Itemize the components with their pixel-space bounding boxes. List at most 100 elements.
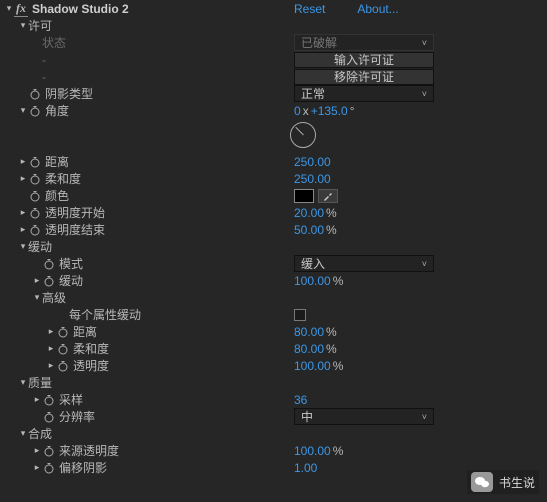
- chevron-right-icon[interactable]: ▸: [32, 275, 42, 286]
- param-label: 颜色: [45, 187, 69, 204]
- group-label: 许可: [28, 17, 52, 34]
- source-opacity-row: ▸ 来源透明度 100.00%: [0, 442, 547, 459]
- samples-row: ▸ 采样 36: [0, 391, 547, 408]
- easing-amount-value[interactable]: 100.00: [294, 274, 331, 288]
- stopwatch-icon[interactable]: [28, 87, 41, 100]
- stopwatch-icon[interactable]: [42, 257, 55, 270]
- chevron-down-icon: ˅: [422, 412, 427, 422]
- param-label: 每个属性缓动: [69, 306, 141, 323]
- param-label: 柔和度: [73, 340, 109, 357]
- stopwatch-icon[interactable]: [56, 359, 69, 372]
- chevron-right-icon[interactable]: ▸: [32, 394, 42, 405]
- chevron-right-icon[interactable]: ▸: [18, 224, 28, 235]
- opacity-start-row: ▸ 透明度开始 20.00%: [0, 204, 547, 221]
- angle-row: ▾ 角度 0x+135.0°: [0, 102, 547, 119]
- stopwatch-icon[interactable]: [42, 444, 55, 457]
- param-label: 缓动: [59, 272, 83, 289]
- chevron-right-icon[interactable]: ▸: [46, 360, 56, 371]
- license-state-dropdown[interactable]: 已破解˅: [294, 34, 434, 51]
- enter-license-button[interactable]: 输入许可证: [294, 52, 434, 68]
- adv-opacity-value[interactable]: 100.00: [294, 359, 331, 373]
- offset-shadow-value[interactable]: 1.00: [294, 461, 317, 475]
- stopwatch-icon[interactable]: [28, 172, 41, 185]
- adv-opacity-row: ▸ 透明度 100.00%: [0, 357, 547, 374]
- param-label: 来源透明度: [59, 442, 119, 459]
- param-label: 模式: [59, 255, 83, 272]
- chevron-down-icon[interactable]: ▾: [18, 20, 28, 31]
- easing-amount-row: ▸ 缓动 100.00%: [0, 272, 547, 289]
- angle-dial-row: [0, 119, 547, 153]
- chevron-down-icon[interactable]: ▾: [18, 428, 28, 439]
- group-license: ▾ 许可: [0, 17, 547, 34]
- samples-value[interactable]: 36: [294, 393, 307, 407]
- stopwatch-icon[interactable]: [42, 410, 55, 423]
- group-advanced: ▾ 高级: [0, 289, 547, 306]
- stopwatch-icon[interactable]: [28, 155, 41, 168]
- source-opacity-value[interactable]: 100.00: [294, 444, 331, 458]
- distance-value[interactable]: 250.00: [294, 155, 331, 169]
- stopwatch-icon[interactable]: [28, 206, 41, 219]
- chevron-right-icon[interactable]: ▸: [32, 462, 42, 473]
- group-composite: ▾ 合成: [0, 425, 547, 442]
- group-label: 缓动: [28, 238, 52, 255]
- chevron-down-icon[interactable]: ▾: [18, 241, 28, 252]
- chevron-right-icon[interactable]: ▸: [18, 173, 28, 184]
- reset-link[interactable]: Reset: [294, 2, 325, 16]
- param-label: -: [42, 70, 46, 84]
- chevron-down-icon[interactable]: ▾: [18, 377, 28, 388]
- remove-license-button[interactable]: 移除许可证: [294, 69, 434, 85]
- angle-dial[interactable]: [290, 122, 316, 148]
- license-remove-row: ▾ - 移除许可证: [0, 68, 547, 85]
- param-label: 偏移阴影: [59, 459, 107, 476]
- param-label: 透明度开始: [45, 204, 105, 221]
- fx-icon[interactable]: fx: [14, 1, 28, 17]
- per-prop-checkbox[interactable]: [294, 309, 306, 321]
- stopwatch-icon[interactable]: [28, 223, 41, 236]
- effect-name[interactable]: Shadow Studio 2: [32, 2, 129, 16]
- angle-rev-value[interactable]: 0: [294, 104, 301, 118]
- chevron-right-icon[interactable]: ▸: [46, 326, 56, 337]
- chevron-down-icon[interactable]: ▾: [18, 105, 28, 116]
- stopwatch-icon[interactable]: [56, 325, 69, 338]
- param-label: 距离: [45, 153, 69, 170]
- chevron-down-icon[interactable]: ▾: [4, 3, 14, 14]
- softness-row: ▸ 柔和度 250.00: [0, 170, 547, 187]
- license-enter-row: ▾ - 输入许可证: [0, 51, 547, 68]
- adv-distance-row: ▸ 距离 80.00%: [0, 323, 547, 340]
- color-swatch[interactable]: [294, 189, 314, 203]
- stopwatch-icon[interactable]: [42, 274, 55, 287]
- param-label: 柔和度: [45, 170, 81, 187]
- easing-mode-row: ▾ 模式 缓入˅: [0, 255, 547, 272]
- resolution-row: ▾ 分辨率 中˅: [0, 408, 547, 425]
- stopwatch-icon[interactable]: [42, 461, 55, 474]
- adv-softness-value[interactable]: 80.00: [294, 342, 324, 356]
- param-label: 透明度结束: [45, 221, 105, 238]
- chevron-down-icon: ˅: [422, 38, 427, 48]
- stopwatch-icon[interactable]: [28, 189, 41, 202]
- param-label: 阴影类型: [45, 85, 93, 102]
- stopwatch-icon[interactable]: [56, 342, 69, 355]
- chevron-down-icon[interactable]: ▾: [32, 292, 42, 303]
- param-label: 分辨率: [59, 408, 95, 425]
- group-easing: ▾ 缓动: [0, 238, 547, 255]
- eyedropper-button[interactable]: [318, 189, 338, 203]
- group-label: 合成: [28, 425, 52, 442]
- stopwatch-icon[interactable]: [28, 104, 41, 117]
- opacity-end-value[interactable]: 50.00: [294, 223, 324, 237]
- distance-row: ▸ 距离 250.00: [0, 153, 547, 170]
- easing-mode-dropdown[interactable]: 缓入˅: [294, 255, 434, 272]
- resolution-dropdown[interactable]: 中˅: [294, 408, 434, 425]
- opacity-start-value[interactable]: 20.00: [294, 206, 324, 220]
- softness-value[interactable]: 250.00: [294, 172, 331, 186]
- chevron-right-icon[interactable]: ▸: [46, 343, 56, 354]
- stopwatch-icon[interactable]: [42, 393, 55, 406]
- shadow-type-dropdown[interactable]: 正常˅: [294, 85, 434, 102]
- about-link[interactable]: About...: [357, 2, 398, 16]
- angle-deg-value[interactable]: +135.0: [311, 104, 348, 118]
- adv-distance-value[interactable]: 80.00: [294, 325, 324, 339]
- chevron-right-icon[interactable]: ▸: [32, 445, 42, 456]
- group-label: 质量: [28, 374, 52, 391]
- param-label: 距离: [73, 323, 97, 340]
- chevron-right-icon[interactable]: ▸: [18, 207, 28, 218]
- chevron-right-icon[interactable]: ▸: [18, 156, 28, 167]
